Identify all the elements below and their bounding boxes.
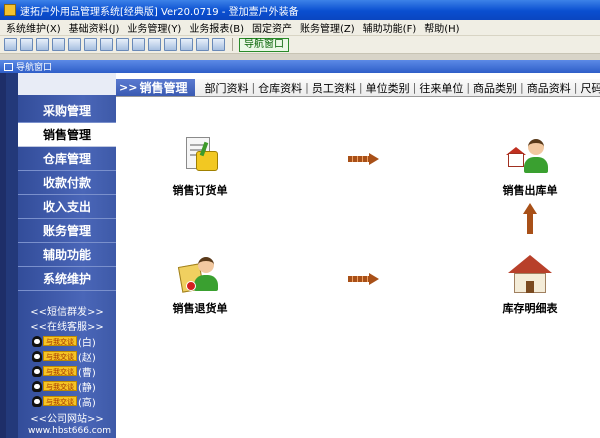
website-url[interactable]: www.hbst666.com — [28, 426, 111, 436]
sidebar-item-payments[interactable]: 收款付款 — [18, 171, 116, 195]
qq-chat-badge: 与我交谈 — [43, 396, 77, 406]
qq-chat-badge: 与我交谈 — [43, 336, 77, 346]
sales-order-icon — [178, 135, 222, 179]
menu-bar: 系统维护(X) 基础资料(J) 业务管理(Y) 业务报表(B) 固定资产 账务管… — [0, 20, 600, 36]
exit-icon[interactable] — [212, 38, 225, 51]
qq-contact[interactable]: 与我交谈 (高) — [32, 395, 96, 409]
sales-return-icon — [177, 253, 222, 297]
qq-contact[interactable]: 与我交谈 (曹) — [32, 365, 96, 379]
tab-warehouses[interactable]: 仓库资料 — [255, 80, 305, 96]
arrow-up-icon — [523, 203, 537, 235]
print-icon[interactable] — [180, 38, 193, 51]
sidebar-item-auxiliary[interactable]: 辅助功能 — [18, 243, 116, 267]
nav-panel-title: 导航窗口 — [16, 63, 53, 73]
menu-reports[interactable]: 业务报表(B) — [185, 20, 248, 35]
qq-contact-name: (白) — [78, 337, 96, 349]
tab-employees[interactable]: 员工资料 — [309, 80, 359, 96]
sidebar-item-accounts[interactable]: 账务管理 — [18, 219, 116, 243]
qq-contact[interactable]: 与我交谈 (静) — [32, 380, 96, 394]
document-icon[interactable] — [52, 38, 65, 51]
sms-link[interactable]: <<短信群发>> — [18, 303, 116, 318]
qq-contact-name: (静) — [78, 382, 96, 394]
qq-icon — [32, 380, 42, 392]
stock-detail-node[interactable]: 库存明细表 — [490, 253, 570, 316]
sidebar-strip — [6, 73, 18, 438]
section-title: 销售管理 — [139, 81, 188, 95]
sidebar-top — [18, 73, 116, 95]
arrow-right-icon — [348, 153, 380, 165]
sales-return-node[interactable]: 销售退货单 — [160, 253, 240, 316]
app-icon — [4, 4, 16, 16]
menu-system[interactable]: 系统维护(X) — [2, 20, 65, 35]
qq-icon — [32, 350, 42, 362]
qq-contact[interactable]: 与我交谈 (白) — [32, 335, 96, 349]
sales-flow-area: 销售订货单 销售出库单 销售退货单 库存明细表 — [116, 97, 600, 438]
tab-sizes[interactable]: 尺码资料 — [577, 80, 600, 96]
house-icon — [508, 253, 552, 297]
list-icon[interactable] — [20, 38, 33, 51]
transfer-icon[interactable] — [116, 38, 129, 51]
current-section-label: >> 销售管理 — [116, 79, 196, 96]
sales-outbound-icon — [506, 135, 552, 179]
tab-unit-categories[interactable]: 单位类别 — [363, 80, 413, 96]
sales-outbound-node[interactable]: 销售出库单 — [490, 135, 570, 198]
menu-auxiliary[interactable]: 辅助功能(F) — [359, 20, 421, 35]
window-icon — [4, 62, 13, 71]
qq-icon — [32, 395, 42, 407]
tab-products[interactable]: 商品资料 — [524, 80, 574, 96]
qq-contact-name: (赵) — [78, 352, 96, 364]
qq-chat-badge: 与我交谈 — [43, 381, 77, 391]
qq-contact[interactable]: 与我交谈 (赵) — [32, 350, 96, 364]
nav-window-button[interactable]: 导航窗口 — [239, 37, 289, 52]
menu-basic-data[interactable]: 基础资料(J) — [65, 20, 124, 35]
help-icon[interactable] — [196, 38, 209, 51]
sidebar-item-system[interactable]: 系统维护 — [18, 267, 116, 291]
qq-chat-badge: 与我交谈 — [43, 366, 77, 376]
menu-business[interactable]: 业务管理(Y) — [123, 20, 185, 35]
sales-return-label: 销售退货单 — [172, 302, 228, 315]
module-tab-bar: >> 销售管理 部门资料 | 仓库资料 | 员工资料 | 单位类别 | 往来单位… — [116, 79, 600, 97]
support-link[interactable]: <<在线客服>> — [18, 318, 116, 333]
calculator-icon[interactable] — [84, 38, 97, 51]
stock-detail-label: 库存明细表 — [502, 302, 558, 315]
report-icon[interactable] — [68, 38, 81, 51]
title-bar: 速拓户外用品管理系统[经典版] Ver20.0719 - 登加壹户外装备 — [0, 0, 600, 20]
users-icon[interactable] — [100, 38, 113, 51]
sidebar-item-warehouse[interactable]: 仓库管理 — [18, 147, 116, 171]
sales-order-label: 销售订货单 — [172, 184, 228, 197]
database-icon[interactable] — [148, 38, 161, 51]
sidebar-item-sales[interactable]: 销售管理 — [18, 123, 116, 147]
menu-help[interactable]: 帮助(H) — [420, 20, 463, 35]
nav-panel-header: 导航窗口 — [0, 60, 600, 73]
window-title: 速拓户外用品管理系统[经典版] Ver20.0719 - 登加壹户外装备 — [20, 6, 299, 18]
tab-departments[interactable]: 部门资料 — [201, 80, 251, 96]
sidebar-item-purchase[interactable]: 采购管理 — [18, 99, 116, 123]
sidebar-item-income-expense[interactable]: 收入支出 — [18, 195, 116, 219]
sales-outbound-label: 销售出库单 — [502, 184, 558, 197]
qq-icon — [32, 335, 42, 347]
tab-product-categories[interactable]: 商品类别 — [470, 80, 520, 96]
tab-partners[interactable]: 往来单位 — [416, 80, 466, 96]
toolbar: 导航窗口 — [0, 36, 600, 54]
qq-icon — [32, 365, 42, 377]
menu-fixed-assets[interactable]: 固定资产 — [248, 20, 296, 35]
qq-chat-badge: 与我交谈 — [43, 351, 77, 361]
new-icon[interactable] — [4, 38, 17, 51]
section-arrows: >> — [119, 81, 138, 94]
sales-order-node[interactable]: 销售订货单 — [160, 135, 240, 198]
arrow-right-icon — [348, 273, 380, 285]
window-icon[interactable] — [36, 38, 49, 51]
qq-contact-name: (曹) — [78, 367, 96, 379]
menu-accounts[interactable]: 账务管理(Z) — [296, 20, 359, 35]
toolbar-separator — [232, 38, 233, 51]
company-website-link[interactable]: <<公司网站>> — [18, 410, 116, 425]
qq-contact-name: (高) — [78, 397, 96, 409]
sidebar: 采购管理 销售管理 仓库管理 收款付款 收入支出 账务管理 辅助功能 系统维护 … — [6, 73, 116, 438]
save-icon[interactable] — [164, 38, 177, 51]
settings-icon[interactable] — [132, 38, 145, 51]
